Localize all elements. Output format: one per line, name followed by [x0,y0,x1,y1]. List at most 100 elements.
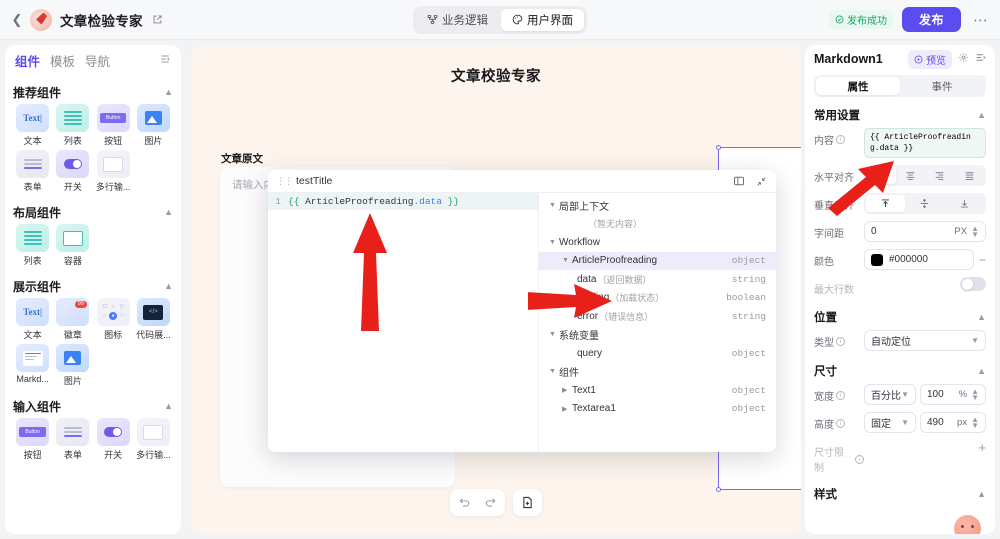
tree-node-data[interactable]: data （返回数据） string [539,270,776,289]
resize-handle-top-left[interactable] [716,145,721,150]
resize-handle-bottom-left[interactable] [716,487,721,492]
info-icon[interactable]: i [855,454,864,464]
list-lines-icon[interactable] [975,52,986,66]
tree-node-textarea1[interactable]: ▶ Textarea1 object [539,400,776,419]
section-position[interactable]: 位置 ▲ [814,304,986,330]
chevron-up-icon[interactable]: ▲ [164,281,173,291]
sidebar-tab-components[interactable]: 组件 [15,51,40,70]
tree-node-text1[interactable]: ▶ Text1 object [539,381,776,400]
chevron-up-icon[interactable]: ▲ [977,110,986,120]
expression-code-editor[interactable]: 1 {{ ArticleProofreading.data }} [268,193,539,452]
width-input[interactable]: 100 % ▲ ▼ [920,384,986,405]
preview-button[interactable]: 预览 [908,49,952,69]
tab-attributes[interactable]: 属性 [816,77,900,95]
height-mode-select[interactable]: 固定 ▼ [864,412,916,433]
sidebar-tab-navigation[interactable]: 导航 [85,51,110,70]
component-switch-input[interactable]: 开关 [94,418,133,463]
chevron-up-icon[interactable]: ▲ [164,401,173,411]
add-page-icon[interactable] [519,494,536,511]
chevron-up-icon[interactable]: ▲ [977,312,986,322]
component-text-display[interactable]: Text| 文本 [13,298,52,343]
width-mode-select[interactable]: 百分比 ▼ [864,384,916,405]
section-header-display[interactable]: 展示组件 ▲ [13,274,173,298]
tree-node-article-proofreading[interactable]: ▼ ArticleProofreading object [539,251,776,270]
component-image-display[interactable]: 图片 [53,344,92,389]
chevron-up-icon[interactable]: ▲ [977,489,986,499]
tab-user-interface[interactable]: 用户界面 [501,8,584,31]
tree-node-error[interactable]: error （错误信息） string [539,307,776,326]
component-code-display[interactable]: </> 代码展... [134,298,173,343]
color-input[interactable]: #000000 [864,249,974,270]
component-textarea-input[interactable]: 多行输... [134,418,173,463]
chevron-down-icon[interactable]: ▼ [549,202,559,209]
content-expression-input[interactable]: {{ ArticleProofreading.data }} [864,128,986,158]
component-image[interactable]: 图片 [134,104,173,149]
chevron-up-icon[interactable]: ▲ [164,87,173,97]
stepper-icon[interactable]: ▲ ▼ [971,387,979,401]
position-type-select[interactable]: 自动定位 ▼ [864,330,986,351]
sidebar-collapse-icon[interactable] [159,53,171,68]
component-form[interactable]: 表单 [13,150,52,195]
component-markdown[interactable]: Markd... [13,344,52,389]
tree-node-local-context[interactable]: ▼ 局部上下文 [539,196,776,215]
component-list[interactable]: 列表 [53,104,92,149]
code-line[interactable]: 1 {{ ArticleProofreading.data }} [268,193,538,210]
component-switch[interactable]: 开关 [53,150,92,195]
info-icon[interactable]: i [836,391,845,400]
tree-node-system-variables[interactable]: ▼ 系统变量 [539,326,776,345]
stepper-icon[interactable]: ▲ ▼ [971,224,979,238]
drag-handle-icon[interactable]: ⋮⋮ [276,176,293,187]
chevron-down-icon[interactable]: ▼ [549,368,559,375]
stepper-icon[interactable]: ▲ ▼ [971,415,979,429]
remove-color-icon[interactable]: − [979,253,986,267]
letterspacing-input[interactable]: 0 PX ▲ ▼ [864,221,986,242]
info-icon[interactable]: i [836,337,845,346]
tree-node-loading[interactable]: loading （加载状态） boolean [539,289,776,308]
tab-events[interactable]: 事件 [900,77,984,95]
component-text[interactable]: Text| 文本 [13,104,52,149]
align-right-icon[interactable] [925,167,955,184]
component-button[interactable]: Button 按钮 [94,104,133,149]
section-size[interactable]: 尺寸 ▲ [814,358,986,384]
align-bottom-icon[interactable] [945,195,984,212]
align-center-icon[interactable] [896,167,926,184]
component-icon-set[interactable]: ☐ ☆ ▽ ☆ ● ♡ 图标 [94,298,133,343]
info-icon[interactable]: i [836,419,845,428]
section-header-input[interactable]: 输入组件 ▲ [13,394,173,418]
chevron-up-icon[interactable]: ▲ [164,207,173,217]
section-common-settings[interactable]: 常用设置 ▲ [814,102,986,128]
chevron-down-icon[interactable]: ▼ [549,331,559,338]
component-badge[interactable]: 徽章 [53,298,92,343]
tab-business-logic[interactable]: 业务逻辑 [416,9,499,31]
publish-button[interactable]: 发布 [901,7,961,32]
color-swatch[interactable] [871,253,883,266]
component-form-input[interactable]: 表单 [53,418,92,463]
component-textarea[interactable]: 多行输... [94,150,133,195]
redo-icon[interactable] [482,494,499,511]
section-header-recommended[interactable]: 推荐组件 ▲ [13,80,173,104]
more-menu-icon[interactable]: ⋯ [970,11,992,29]
height-input[interactable]: 490 px ▲ ▼ [920,412,986,433]
align-top-icon[interactable] [866,195,906,212]
expression-editor-modal[interactable]: ⋮⋮ testTitle 1 {{ArticleProofreading.da… [268,170,776,452]
split-panel-icon[interactable] [732,174,746,188]
component-button-input[interactable]: Button 按钮 [13,418,52,463]
sidebar-tab-templates[interactable]: 模板 [50,51,75,70]
info-icon[interactable]: i [836,135,845,144]
collapse-diagonal-icon[interactable] [754,174,768,188]
gear-icon[interactable] [958,52,969,66]
component-list-layout[interactable]: 列表 [13,224,52,269]
component-container[interactable]: 容器 [53,224,92,269]
undo-icon[interactable] [456,494,473,511]
chevron-down-icon[interactable]: ▼ [549,239,559,246]
maxlines-toggle[interactable] [960,277,986,291]
tree-node-components[interactable]: ▼ 组件 [539,363,776,382]
chevron-up-icon[interactable]: ▲ [977,366,986,376]
align-middle-icon[interactable] [905,195,944,212]
chevron-right-icon[interactable]: ▶ [562,386,572,394]
align-justify-icon[interactable] [955,167,985,184]
tree-node-workflow[interactable]: ▼ Workflow [539,233,776,252]
chevron-down-icon[interactable]: ▼ [562,257,572,264]
section-header-layout[interactable]: 布局组件 ▲ [13,200,173,224]
chevron-right-icon[interactable]: ▶ [562,405,572,413]
